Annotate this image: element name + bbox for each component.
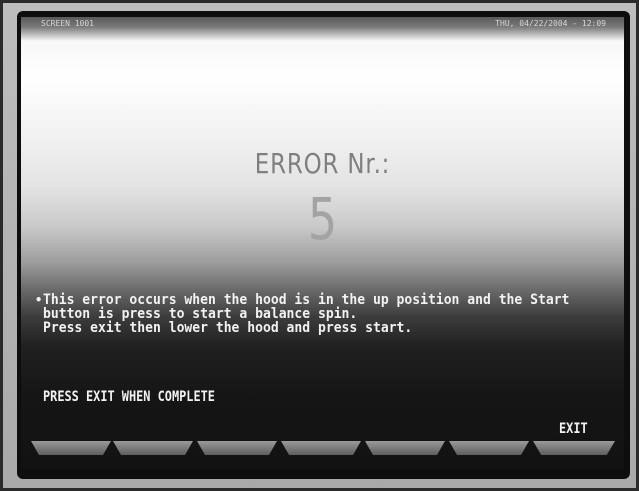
- softkey-1[interactable]: [31, 441, 111, 455]
- softkey-4[interactable]: [281, 441, 361, 455]
- error-title: ERROR Nr.:: [254, 147, 391, 180]
- error-message: • This error occurs when the hood is in …: [35, 292, 620, 336]
- bullet-icon: •: [35, 293, 43, 307]
- softkey-2[interactable]: [113, 441, 193, 455]
- softkey-3[interactable]: [197, 441, 277, 455]
- softkey-bar: [21, 441, 624, 463]
- exit-softkey[interactable]: [533, 441, 615, 455]
- softkey-6[interactable]: [449, 441, 529, 455]
- error-code: 5: [307, 185, 338, 253]
- status-bar: SCREEN 1001 THU, 04/22/2004 - 12:09: [21, 17, 624, 31]
- screen-bezel: SCREEN 1001 THU, 04/22/2004 - 12:09 ERRO…: [17, 11, 630, 479]
- softkey-5[interactable]: [365, 441, 445, 455]
- message-line-1: This error occurs when the hood is in th…: [43, 292, 570, 308]
- instruction-text: PRESS EXIT WHEN COMPLETE: [43, 389, 215, 405]
- message-line-2: button is press to start a balance spin.: [43, 306, 358, 322]
- message-line-3: Press exit then lower the hood and press…: [43, 320, 413, 336]
- error-screen: SCREEN 1001 THU, 04/22/2004 - 12:09 ERRO…: [21, 17, 624, 469]
- screen-id: SCREEN 1001: [41, 19, 94, 28]
- monitor-frame: SCREEN 1001 THU, 04/22/2004 - 12:09 ERRO…: [0, 0, 639, 491]
- date-time: THU, 04/22/2004 - 12:09: [495, 19, 606, 28]
- exit-softkey-label[interactable]: EXIT: [559, 421, 588, 437]
